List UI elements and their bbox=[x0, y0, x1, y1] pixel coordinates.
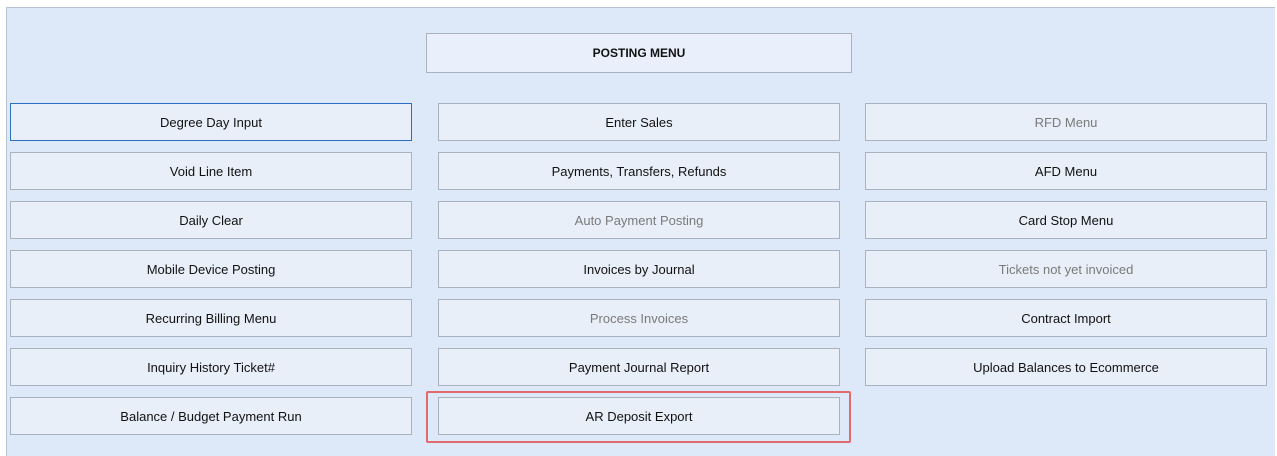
balance-budget-payment-run-button[interactable]: Balance / Budget Payment Run bbox=[10, 397, 412, 435]
recurring-billing-menu-button[interactable]: Recurring Billing Menu bbox=[10, 299, 412, 337]
auto-payment-posting-button: Auto Payment Posting bbox=[438, 201, 840, 239]
enter-sales-button[interactable]: Enter Sales bbox=[438, 103, 840, 141]
rfd-menu-button: RFD Menu bbox=[865, 103, 1267, 141]
ar-deposit-export-button[interactable]: AR Deposit Export bbox=[438, 397, 840, 435]
inquiry-history-ticket-button[interactable]: Inquiry History Ticket# bbox=[10, 348, 412, 386]
contract-import-button[interactable]: Contract Import bbox=[865, 299, 1267, 337]
menu-title: POSTING MENU bbox=[426, 33, 852, 73]
payments-transfers-refunds-button[interactable]: Payments, Transfers, Refunds bbox=[438, 152, 840, 190]
upload-balances-to-ecommerce-button[interactable]: Upload Balances to Ecommerce bbox=[865, 348, 1267, 386]
void-line-item-button[interactable]: Void Line Item bbox=[10, 152, 412, 190]
afd-menu-button[interactable]: AFD Menu bbox=[865, 152, 1267, 190]
tickets-not-yet-invoiced-button: Tickets not yet invoiced bbox=[865, 250, 1267, 288]
mobile-device-posting-button[interactable]: Mobile Device Posting bbox=[10, 250, 412, 288]
daily-clear-button[interactable]: Daily Clear bbox=[10, 201, 412, 239]
card-stop-menu-button[interactable]: Card Stop Menu bbox=[865, 201, 1267, 239]
degree-day-input-button[interactable]: Degree Day Input bbox=[10, 103, 412, 141]
payment-journal-report-button[interactable]: Payment Journal Report bbox=[438, 348, 840, 386]
process-invoices-button: Process Invoices bbox=[438, 299, 840, 337]
invoices-by-journal-button[interactable]: Invoices by Journal bbox=[438, 250, 840, 288]
